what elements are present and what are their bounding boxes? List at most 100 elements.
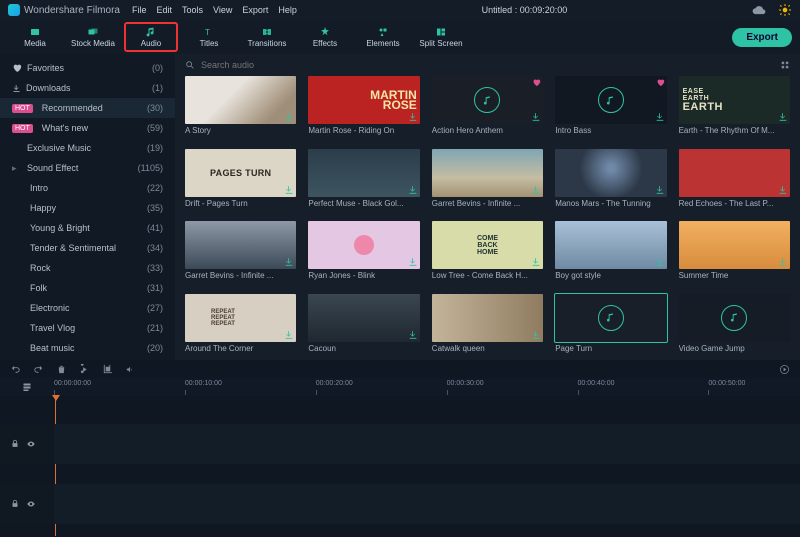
- sidebar-item-happy[interactable]: Happy(35): [0, 198, 175, 218]
- sidebar-item-jazz[interactable]: Jazz(13): [0, 358, 175, 360]
- audio-adjust-icon[interactable]: [125, 364, 136, 375]
- timeline-ruler[interactable]: 00:00:00:0000:00:10:0000:00:20:0000:00:3…: [0, 378, 800, 396]
- audio-card[interactable]: Action Hero Anthem: [432, 76, 543, 139]
- timeline[interactable]: [0, 396, 800, 537]
- audio-card[interactable]: Catwalk queen: [432, 294, 543, 357]
- audio-card[interactable]: Manos Mars - The Tunning: [555, 149, 666, 212]
- sidebar-item-downloads[interactable]: Downloads(1): [0, 78, 175, 98]
- audio-thumbnail[interactable]: [308, 149, 419, 197]
- sidebar-item-beat-music[interactable]: Beat music(20): [0, 338, 175, 358]
- tab-effects[interactable]: Effects: [298, 22, 352, 52]
- tab-media[interactable]: Media: [8, 22, 62, 52]
- lock-icon[interactable]: [10, 499, 20, 509]
- export-button[interactable]: Export: [732, 28, 792, 47]
- view-grid-icon[interactable]: [780, 60, 790, 70]
- audio-thumbnail[interactable]: EASEEARTHEARTH: [679, 76, 790, 124]
- audio-card[interactable]: Intro Bass: [555, 76, 666, 139]
- title-bar: Wondershare Filmora File Edit Tools View…: [0, 0, 800, 20]
- audio-card[interactable]: Boy got style: [555, 221, 666, 284]
- audio-card[interactable]: Page Turn: [555, 294, 666, 357]
- audio-card[interactable]: Garret Bevins - Infinite ...: [432, 149, 543, 212]
- audio-card[interactable]: EASEEARTHEARTH Earth - The Rhythm Of M...: [679, 76, 790, 139]
- menu-bar: File Edit Tools View Export Help: [132, 5, 297, 15]
- playback-icon[interactable]: [779, 364, 790, 375]
- video-track-1[interactable]: [0, 424, 800, 464]
- audio-card[interactable]: Cacoun: [308, 294, 419, 357]
- tab-audio[interactable]: Audio: [124, 22, 178, 52]
- menu-help[interactable]: Help: [278, 5, 297, 15]
- timeline-align-icon[interactable]: [0, 381, 54, 393]
- sidebar-item-sound-effect[interactable]: ▸Sound Effect(1105): [0, 158, 175, 178]
- audio-label: Summer Time: [679, 271, 790, 280]
- audio-card[interactable]: PAGES TURNDrift - Pages Turn: [185, 149, 296, 212]
- menu-tools[interactable]: Tools: [182, 5, 203, 15]
- audio-thumbnail[interactable]: [432, 294, 543, 342]
- sidebar-item-what-s-new[interactable]: HOTWhat's new(59): [0, 118, 175, 138]
- menu-edit[interactable]: Edit: [156, 5, 172, 15]
- sidebar-item-exclusive-music[interactable]: Exclusive Music(19): [0, 138, 175, 158]
- crop-icon[interactable]: [102, 364, 113, 375]
- audio-thumbnail[interactable]: [555, 294, 666, 342]
- video-track-2[interactable]: [0, 484, 800, 524]
- sidebar-item-young-bright[interactable]: Young & Bright(41): [0, 218, 175, 238]
- search-input[interactable]: [201, 60, 774, 70]
- audio-thumbnail[interactable]: [679, 221, 790, 269]
- audio-card[interactable]: Summer Time: [679, 221, 790, 284]
- sidebar-item-folk[interactable]: Folk(31): [0, 278, 175, 298]
- audio-card[interactable]: A Story: [185, 76, 296, 139]
- audio-thumbnail[interactable]: PAGES TURN: [185, 149, 296, 197]
- audio-thumbnail[interactable]: [555, 221, 666, 269]
- sidebar-item-recommended[interactable]: HOTRecommended(30): [0, 98, 175, 118]
- tab-split-screen[interactable]: Split Screen: [414, 22, 468, 52]
- audio-thumbnail[interactable]: [555, 149, 666, 197]
- eye-icon[interactable]: [26, 439, 36, 449]
- audio-thumbnail[interactable]: [679, 294, 790, 342]
- sidebar-item-rock[interactable]: Rock(33): [0, 258, 175, 278]
- tab-elements[interactable]: Elements: [356, 22, 410, 52]
- audio-card[interactable]: REPEATREPEATREPEATAround The Corner: [185, 294, 296, 357]
- tab-titles[interactable]: TTitles: [182, 22, 236, 52]
- audio-card[interactable]: Ryan Jones - Blink: [308, 221, 419, 284]
- audio-thumbnail[interactable]: REPEATREPEATREPEAT: [185, 294, 296, 342]
- redo-icon[interactable]: [33, 364, 44, 375]
- category-sidebar: Favorites(0)Downloads(1)HOTRecommended(3…: [0, 54, 175, 360]
- audio-thumbnail[interactable]: [432, 149, 543, 197]
- undo-icon[interactable]: [10, 364, 21, 375]
- audio-thumbnail[interactable]: [555, 76, 666, 124]
- audio-thumbnail[interactable]: [679, 149, 790, 197]
- audio-thumbnail[interactable]: [185, 76, 296, 124]
- menu-view[interactable]: View: [213, 5, 232, 15]
- audio-label: Red Echoes - The Last P...: [679, 199, 790, 208]
- audio-card[interactable]: Garret Bevins - Infinite ...: [185, 221, 296, 284]
- audio-label: Boy got style: [555, 271, 666, 280]
- audio-thumbnail[interactable]: COMEBACKHOME: [432, 221, 543, 269]
- split-icon[interactable]: [79, 364, 90, 375]
- menu-file[interactable]: File: [132, 5, 147, 15]
- audio-thumbnail[interactable]: [308, 221, 419, 269]
- audio-label: A Story: [185, 126, 296, 135]
- audio-card[interactable]: Video Game Jump: [679, 294, 790, 357]
- sidebar-item-favorites[interactable]: Favorites(0): [0, 58, 175, 78]
- sidebar-item-travel-vlog[interactable]: Travel Vlog(21): [0, 318, 175, 338]
- audio-thumbnail[interactable]: [432, 76, 543, 124]
- audio-thumbnail[interactable]: MARTINROSE: [308, 76, 419, 124]
- document-title: Untitled : 00:09:20:00: [309, 5, 740, 15]
- sidebar-item-tender-sentimental[interactable]: Tender & Sentimental(34): [0, 238, 175, 258]
- tab-transitions[interactable]: Transitions: [240, 22, 294, 52]
- lock-icon[interactable]: [10, 439, 20, 449]
- delete-icon[interactable]: [56, 364, 67, 375]
- tab-stock-media[interactable]: Stock Media: [66, 22, 120, 52]
- audio-card[interactable]: COMEBACKHOMELow Tree - Come Back H...: [432, 221, 543, 284]
- audio-card[interactable]: Perfect Muse - Black Gol...: [308, 149, 419, 212]
- audio-thumbnail[interactable]: [185, 221, 296, 269]
- sun-icon[interactable]: [778, 3, 792, 17]
- menu-export[interactable]: Export: [242, 5, 268, 15]
- cloud-icon[interactable]: [752, 3, 766, 17]
- audio-thumbnail[interactable]: [308, 294, 419, 342]
- audio-card[interactable]: MARTINROSEMartin Rose - Riding On: [308, 76, 419, 139]
- audio-card[interactable]: Red Echoes - The Last P...: [679, 149, 790, 212]
- audio-label: Earth - The Rhythm Of M...: [679, 126, 790, 135]
- sidebar-item-electronic[interactable]: Electronic(27): [0, 298, 175, 318]
- sidebar-item-intro[interactable]: Intro(22): [0, 178, 175, 198]
- eye-icon[interactable]: [26, 499, 36, 509]
